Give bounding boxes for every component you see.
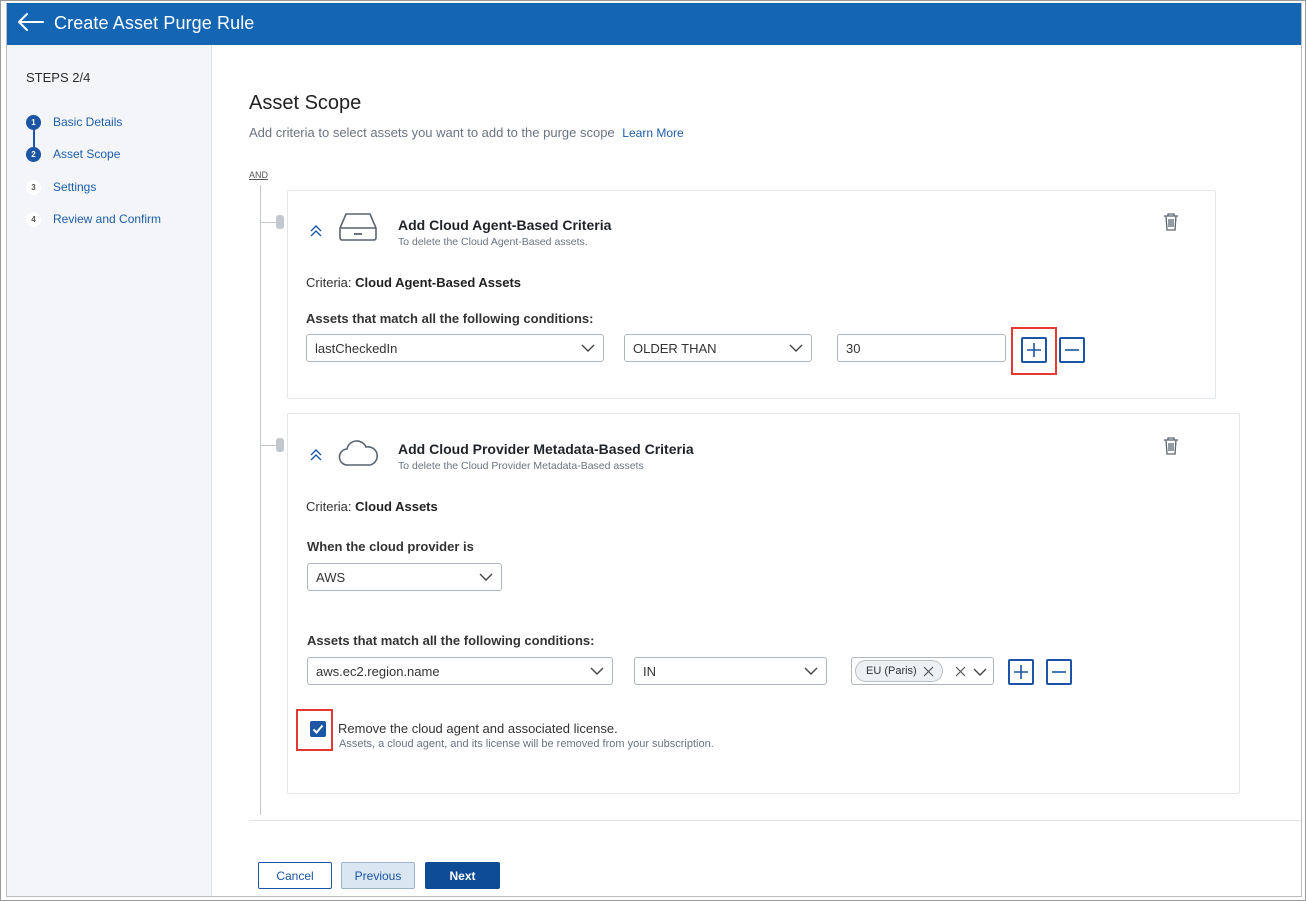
cloud-icon — [338, 440, 378, 466]
cloud-agent-criteria-card: Add Cloud Agent-Based Criteria To delete… — [287, 190, 1216, 399]
chevron-down-icon — [479, 573, 493, 581]
next-button[interactable]: Next — [425, 862, 500, 889]
remove-condition-button[interactable] — [1046, 659, 1072, 685]
criteria-label: Criteria: — [306, 275, 352, 290]
add-condition-button[interactable] — [1021, 337, 1047, 363]
tree-connector — [260, 185, 261, 815]
previous-button[interactable]: Previous — [341, 862, 415, 889]
page-title: Create Asset Purge Rule — [54, 13, 255, 33]
operator-select-value: IN — [643, 663, 656, 679]
chevron-double-up-icon[interactable] — [308, 447, 324, 463]
step-number: 4 — [26, 211, 41, 227]
plus-icon — [1027, 343, 1041, 357]
checkbox-label: Remove the cloud agent and associated li… — [338, 721, 618, 736]
header-bar: Create Asset Purge Rule — [7, 3, 1301, 45]
conditions-label: Assets that match all the following cond… — [307, 633, 595, 648]
card-description: To delete the Cloud Provider Metadata-Ba… — [398, 460, 644, 472]
conditions-label: Assets that match all the following cond… — [306, 311, 594, 326]
chevron-down-icon[interactable] — [973, 666, 987, 678]
steps-counter: STEPS 2/4 — [26, 70, 91, 85]
card-title: Add Cloud Agent-Based Criteria — [398, 217, 612, 233]
cloud-provider-label: When the cloud provider is — [307, 539, 474, 554]
field-select[interactable]: lastCheckedIn — [306, 334, 604, 362]
close-icon[interactable] — [923, 666, 934, 677]
operator-select-value: OLDER THAN — [633, 340, 717, 356]
step-asset-scope[interactable]: 2 Asset Scope — [26, 144, 120, 164]
chip-label: EU (Paris) — [866, 665, 917, 677]
remove-condition-button[interactable] — [1059, 337, 1085, 363]
minus-icon — [1052, 671, 1066, 673]
main-content: Asset Scope Add criteria to select asset… — [212, 45, 1301, 896]
cloud-provider-value: AWS — [316, 569, 346, 585]
step-label: Review and Confirm — [53, 212, 162, 226]
app: Create Asset Purge Rule STEPS 2/4 1 Basi… — [6, 3, 1302, 897]
criteria-value: Cloud Agent-Based Assets — [355, 275, 522, 290]
card-description: To delete the Cloud Agent-Based assets. — [398, 236, 588, 248]
minus-icon — [1065, 349, 1079, 351]
card-title: Add Cloud Provider Metadata-Based Criter… — [398, 441, 694, 457]
footer-divider — [249, 820, 1301, 821]
field-select-value: aws.ec2.region.name — [316, 663, 440, 679]
tree-knob — [276, 215, 284, 229]
step-label: Settings — [53, 180, 97, 194]
step-label: Asset Scope — [53, 147, 121, 161]
hard-drive-icon — [339, 213, 377, 241]
criteria-line: Criteria: Cloud Agent-Based Assets — [306, 275, 521, 290]
field-select-value: lastCheckedIn — [315, 340, 398, 356]
step-basic-details[interactable]: 1 Basic Details — [26, 112, 122, 132]
checkmark-icon — [312, 724, 324, 734]
arrow-left-icon[interactable] — [17, 11, 45, 33]
checkbox-description: Assets, a cloud agent, and its license w… — [339, 738, 714, 750]
add-condition-button[interactable] — [1008, 659, 1034, 685]
section-title: Asset Scope — [249, 92, 362, 114]
tree-knob — [276, 438, 284, 452]
operator-select[interactable]: OLDER THAN — [624, 334, 812, 362]
cancel-button[interactable]: Cancel — [258, 862, 332, 889]
criteria-value: Cloud Assets — [355, 499, 438, 514]
section-subtitle: Add criteria to select assets you want t… — [249, 125, 684, 140]
criteria-label: Criteria: — [306, 499, 352, 514]
step-number: 2 — [26, 146, 41, 162]
days-value-input[interactable]: 30 — [837, 334, 1006, 362]
region-multiselect[interactable]: EU (Paris) — [851, 657, 994, 685]
days-value: 30 — [846, 340, 861, 356]
remove-agent-checkbox[interactable] — [310, 721, 326, 737]
step-settings[interactable]: 3 Settings — [26, 177, 96, 197]
chevron-down-icon — [789, 344, 803, 352]
logical-operator[interactable]: AND — [249, 170, 268, 180]
operator-select[interactable]: IN — [634, 657, 827, 685]
step-number: 1 — [26, 114, 41, 130]
chevron-double-up-icon[interactable] — [308, 223, 324, 239]
plus-icon — [1014, 665, 1028, 679]
cloud-provider-select[interactable]: AWS — [307, 563, 502, 591]
subtitle-text: Add criteria to select assets you want t… — [249, 125, 615, 140]
step-number: 3 — [26, 179, 41, 195]
step-review-and-confirm[interactable]: 4 Review and Confirm — [26, 209, 161, 229]
steps-sidebar: STEPS 2/4 1 Basic Details 2 Asset Scope … — [7, 45, 212, 896]
step-label: Basic Details — [53, 115, 123, 129]
clear-all-icon[interactable] — [955, 666, 966, 677]
chevron-down-icon — [590, 667, 604, 675]
learn-more-link[interactable]: Learn More — [622, 126, 683, 140]
criteria-line: Criteria: Cloud Assets — [306, 499, 438, 514]
field-select[interactable]: aws.ec2.region.name — [307, 657, 613, 685]
cloud-provider-criteria-card: Add Cloud Provider Metadata-Based Criter… — [287, 413, 1240, 794]
trash-icon[interactable] — [1163, 436, 1179, 455]
trash-icon[interactable] — [1163, 212, 1179, 231]
window-frame: Create Asset Purge Rule STEPS 2/4 1 Basi… — [0, 0, 1306, 901]
chevron-down-icon — [804, 667, 818, 675]
selected-chip: EU (Paris) — [855, 660, 943, 682]
chevron-down-icon — [581, 344, 595, 352]
